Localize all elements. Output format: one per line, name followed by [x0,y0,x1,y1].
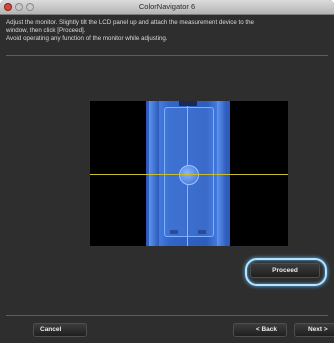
next-label: Next > [308,326,328,333]
instruction-line: Avoid operating any function of the moni… [6,35,168,42]
horizontal-guide-line [90,174,288,175]
window-title: ColorNavigator 6 [138,2,196,11]
proceed-button[interactable]: Proceed [250,263,320,278]
cancel-button[interactable]: Cancel [33,323,87,337]
instruction-line: window, then click [Proceed]. [6,27,86,34]
colornavigator-window: ColorNavigator 6 Adjust the monitor. Sli… [0,0,334,343]
device-foot [170,230,178,234]
next-button[interactable]: Next > [294,323,334,337]
instruction-line: Adjust the monitor. Slightly tilt the LC… [6,19,254,26]
device-foot [198,230,206,234]
back-label: < Back [255,326,277,333]
divider [6,55,328,56]
back-button[interactable]: < Back [233,323,287,337]
cancel-label: Cancel [40,326,62,333]
sensor-icon [179,165,199,185]
device-notch [179,101,197,106]
instruction-text: Adjust the monitor. Slightly tilt the LC… [6,19,328,43]
title-bar: ColorNavigator 6 [0,0,334,15]
divider [6,315,328,316]
